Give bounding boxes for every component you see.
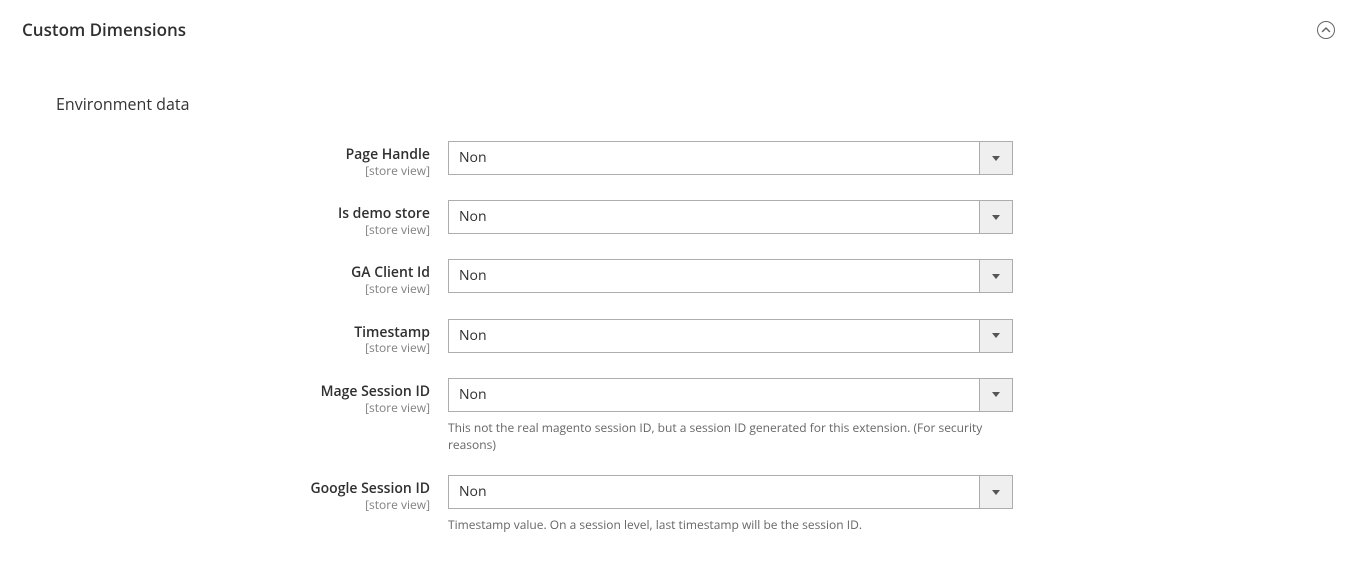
scope-label: [store view] [56, 164, 430, 178]
page-handle-select[interactable]: Non [448, 141, 1013, 175]
field-control-col: Non [448, 200, 1013, 234]
field-ga-client-id: GA Client Id [store view] Non [56, 259, 1335, 296]
scope-label: [store view] [56, 282, 430, 296]
select-value: Non [448, 259, 1013, 293]
field-control-col: Non [448, 141, 1013, 175]
timestamp-select[interactable]: Non [448, 319, 1013, 353]
scope-label: [store view] [56, 498, 430, 512]
field-label-col: Google Session ID [store view] [56, 475, 448, 512]
select-value: Non [448, 141, 1013, 175]
scope-label: [store view] [56, 401, 430, 415]
chevron-up-icon [1321, 25, 1331, 35]
field-help-text: Timestamp value. On a session level, las… [448, 517, 1013, 534]
field-mage-session-id: Mage Session ID [store view] Non This no… [56, 378, 1335, 454]
field-help-text: This not the real magento session ID, bu… [448, 420, 1013, 454]
scope-label: [store view] [56, 341, 430, 355]
field-google-session-id: Google Session ID [store view] Non Times… [56, 475, 1335, 534]
select-value: Non [448, 200, 1013, 234]
ga-client-id-select[interactable]: Non [448, 259, 1013, 293]
scope-label: [store view] [56, 223, 430, 237]
field-timestamp: Timestamp [store view] Non [56, 319, 1335, 356]
section-header: Custom Dimensions [22, 18, 1335, 51]
mage-session-id-select[interactable]: Non [448, 378, 1013, 412]
select-value: Non [448, 319, 1013, 353]
section-title: Custom Dimensions [22, 18, 186, 41]
select-value: Non [448, 475, 1013, 509]
subsection-title: Environment data [56, 93, 1335, 115]
fields-container: Page Handle [store view] Non Is demo sto… [56, 141, 1335, 534]
field-label-col: Timestamp [store view] [56, 319, 448, 356]
field-control-col: Non [448, 259, 1013, 293]
field-control-col: Non This not the real magento session ID… [448, 378, 1013, 454]
is-demo-store-select[interactable]: Non [448, 200, 1013, 234]
field-label-col: GA Client Id [store view] [56, 259, 448, 296]
field-is-demo-store: Is demo store [store view] Non [56, 200, 1335, 237]
field-label-col: Is demo store [store view] [56, 200, 448, 237]
field-control-col: Non [448, 319, 1013, 353]
select-value: Non [448, 378, 1013, 412]
field-page-handle: Page Handle [store view] Non [56, 141, 1335, 178]
field-label-col: Page Handle [store view] [56, 141, 448, 178]
collapse-toggle-button[interactable] [1317, 21, 1335, 39]
field-label-col: Mage Session ID [store view] [56, 378, 448, 415]
google-session-id-select[interactable]: Non [448, 475, 1013, 509]
field-control-col: Non Timestamp value. On a session level,… [448, 475, 1013, 534]
